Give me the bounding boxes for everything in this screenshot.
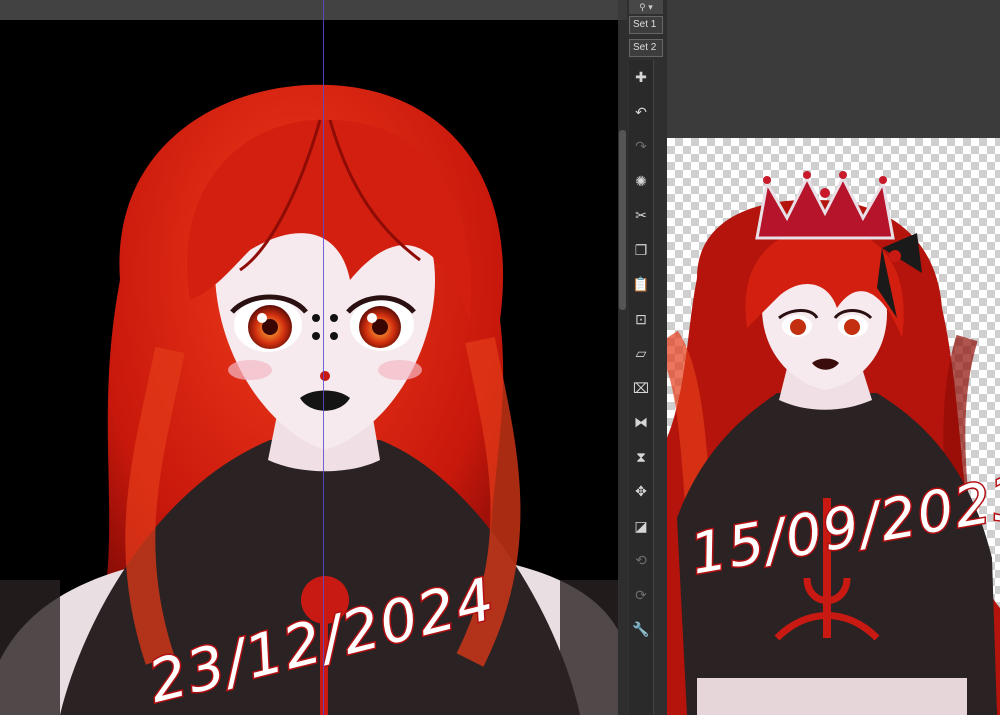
chevron-down-icon: ▾ (648, 2, 653, 12)
flip-horizontal-icon[interactable]: ⧓ (629, 411, 653, 433)
transform-icon[interactable]: ▱ (629, 342, 653, 364)
toolbar-dropdown[interactable]: ⚲ ▾ (629, 0, 663, 14)
rotate-left-icon[interactable]: ⟲ (629, 549, 653, 571)
set-1-button[interactable]: Set 1 (629, 16, 663, 34)
cut-icon[interactable]: ✂ (629, 204, 653, 226)
vertical-guide-line[interactable] (323, 0, 324, 715)
left-artwork: 23/12/2024 (0, 84, 618, 715)
mesh-icon[interactable]: ⌧ (629, 377, 653, 399)
new-icon[interactable]: ✚ (629, 66, 653, 88)
rotate-right-icon[interactable]: ⟳ (629, 584, 653, 606)
left-canvas-scroll-thumb[interactable] (619, 130, 626, 310)
left-canvas[interactable]: 23/12/2024 (0, 20, 618, 715)
undo-icon[interactable]: ↶ (629, 101, 653, 123)
redo-icon[interactable]: ↷ (629, 135, 653, 157)
paste-icon[interactable]: 📋 (629, 273, 653, 295)
flip-vertical-icon[interactable]: ⧗ (629, 446, 653, 468)
right-canvas[interactable]: 15/09/2023 (667, 138, 1000, 715)
left-canvas-title-bar (0, 0, 618, 20)
copy-icon[interactable]: ❐ (629, 239, 653, 261)
left-canvas-scrollbar[interactable] (618, 20, 627, 715)
settings-icon[interactable]: 🔧 (629, 618, 653, 640)
layer-icon[interactable]: ◪ (629, 515, 653, 537)
set-2-button[interactable]: Set 2 (629, 39, 663, 57)
move-icon[interactable]: ✥ (629, 480, 653, 502)
loading-icon[interactable]: ✺ (629, 170, 653, 192)
magnifier-icon: ⚲ (639, 2, 646, 12)
crop-icon[interactable]: ⊡ (629, 308, 653, 330)
right-artwork: 15/09/2023 (667, 171, 1000, 715)
